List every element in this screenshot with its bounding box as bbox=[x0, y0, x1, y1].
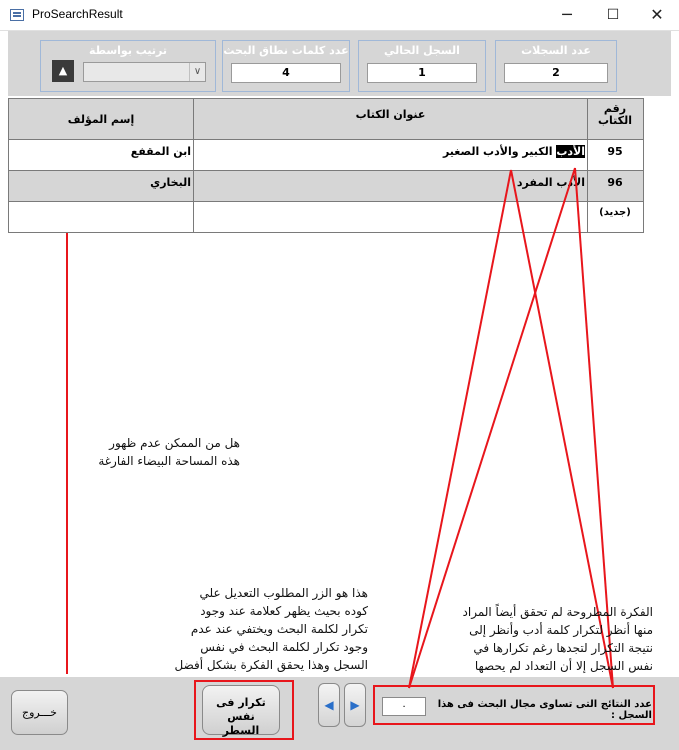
idea-note: الفكرة المطروحة لم تحقق أيضاً المراد منه… bbox=[462, 605, 653, 673]
button-note: هذا هو الزر المطلوب التعديل علي كوده بحي… bbox=[174, 586, 368, 672]
blank-area-note: هل من الممكن عدم ظهور هذه المساحة البيضا… bbox=[98, 436, 240, 468]
